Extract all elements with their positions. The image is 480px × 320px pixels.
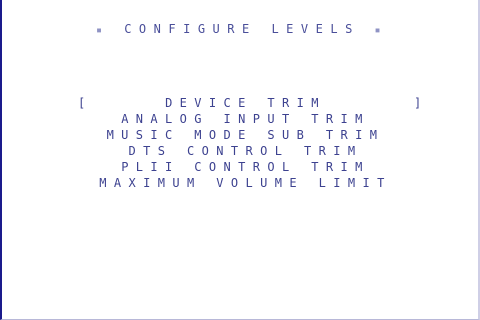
menu-item-label: DTS CONTROL TRIM — [128, 144, 363, 158]
selection-bracket-right: ] — [414, 96, 422, 110]
menu-item-analog-input-trim[interactable]: ANALOG INPUT TRIM — [2, 111, 480, 127]
menu-item-music-mode-sub-trim[interactable]: MUSIC MODE SUB TRIM — [2, 127, 480, 143]
menu-item-label: MUSIC MODE SUB TRIM — [106, 128, 385, 142]
screen-title-text: CONFIGURE LEVELS — [124, 22, 360, 36]
menu-item-label: PLII CONTROL TRIM — [121, 160, 370, 174]
menu-item-label: ANALOG INPUT TRIM — [121, 112, 370, 126]
levels-menu: [ DEVICE TRIM ] ANALOG INPUT TRIM MUSIC … — [2, 95, 480, 191]
title-marker-right: ▪ — [374, 25, 389, 36]
screen-title: ▪ CONFIGURE LEVELS ▪ — [2, 21, 480, 39]
menu-item-plii-control-trim[interactable]: PLII CONTROL TRIM — [2, 159, 480, 175]
osd-screen: ▪ CONFIGURE LEVELS ▪ [ DEVICE TRIM ] ANA… — [0, 0, 480, 320]
title-marker-left: ▪ — [95, 25, 110, 36]
selection-bracket-left: [ — [78, 96, 86, 110]
menu-item-dts-control-trim[interactable]: DTS CONTROL TRIM — [2, 143, 480, 159]
menu-item-label: DEVICE TRIM — [165, 96, 326, 110]
menu-item-maximum-volume-limit[interactable]: MAXIMUM VOLUME LIMIT — [2, 175, 480, 191]
menu-item-device-trim[interactable]: [ DEVICE TRIM ] — [2, 95, 480, 111]
menu-item-label: MAXIMUM VOLUME LIMIT — [99, 176, 392, 190]
